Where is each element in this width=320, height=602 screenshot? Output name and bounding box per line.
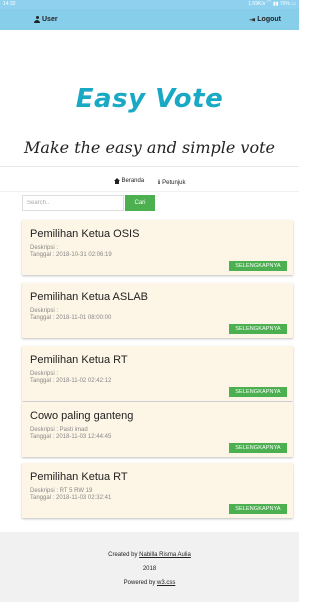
poll-description: Deskripsi : Pasti imad [30, 427, 88, 433]
poll-title: Pemilihan Ketua ASLAB [30, 291, 149, 303]
poll-description: Deskripsi : [30, 245, 59, 251]
footer-credit-prefix: Created by [108, 552, 140, 558]
poll-description: Deskripsi : [30, 308, 59, 314]
poll-card: Pemilihan Ketua ASLAB Deskripsi : Tangga… [22, 283, 293, 338]
main-nav: Beranda ℹ Petunjuk [0, 178, 299, 186]
home-icon [113, 178, 120, 184]
logout-button[interactable]: ⇥ Logout [249, 13, 281, 26]
search-button[interactable]: Cari [125, 195, 155, 211]
nav-divider-top [0, 166, 299, 167]
poll-meta: Deskripsi : Tanggal : 2018-11-01 08:00:0… [30, 308, 111, 322]
poll-card: Pemilihan Ketua OSIS Deskripsi : Tanggal… [22, 220, 293, 275]
info-icon: ℹ [157, 180, 161, 186]
view-more-button[interactable]: SELENGKAPNYA [229, 443, 287, 453]
poll-title: Pemilihan Ketua OSIS [30, 228, 140, 240]
poll-date: Tanggal : 2018-11-03 12:44:45 [30, 434, 112, 440]
search-input[interactable] [22, 195, 124, 211]
nav-divider-bottom [0, 191, 299, 192]
poll-meta: Deskripsi : Tanggal : 2018-11-02 02:42:1… [30, 371, 111, 385]
poll-date: Tanggal : 2018-11-01 08:00:00 [30, 315, 112, 321]
user-menu[interactable]: User [34, 13, 58, 26]
view-more-button[interactable]: SELENGKAPNYA [229, 261, 287, 271]
view-more-button[interactable]: SELENGKAPNYA [229, 387, 287, 397]
poll-meta: Deskripsi : Tanggal : 2018-10-31 02:06:1… [30, 245, 112, 259]
user-icon [34, 16, 40, 23]
poll-date: Tanggal : 2018-11-02 02:42:12 [30, 378, 112, 384]
nav-home-label: Beranda [121, 178, 145, 184]
top-navbar: User ⇥ Logout [0, 9, 299, 30]
user-label: User [42, 16, 58, 23]
footer-powered-prefix: Powered by [123, 580, 157, 586]
poll-card: Cowo paling ganteng Deskripsi : Pasti im… [22, 402, 293, 457]
tagline: Make the easy and simple vote [24, 138, 275, 157]
page-footer: Created by Nabilla Risma Aulia 2018 Powe… [0, 532, 299, 602]
footer-powered: Powered by w3.css [0, 580, 299, 586]
status-time: 14:32 [3, 1, 16, 7]
poll-date: Tanggal : 2018-10-31 02:06:19 [30, 252, 112, 258]
logout-label: Logout [257, 16, 281, 23]
nav-help-label: Petunjuk [162, 179, 186, 186]
poll-card: Pemilihan Ketua RT Deskripsi : RT 5 RW 1… [22, 463, 293, 518]
poll-card: Pemilihan Ketua RT Deskripsi : Tanggal :… [22, 346, 293, 401]
status-indicators: 1.69K/s ⌒ ▮▮ 70% ▭ [248, 1, 296, 7]
author-link[interactable]: Nabilla Risma Aulia [139, 552, 191, 558]
poll-description: Deskripsi : [30, 371, 59, 377]
footer-year: 2018 [142, 566, 157, 572]
view-more-button[interactable]: SELENGKAPNYA [229, 504, 287, 514]
poll-title: Pemilihan Ketua RT [30, 471, 128, 483]
nav-help-link[interactable]: ℹ Petunjuk [157, 179, 186, 187]
poll-title: Cowo paling ganteng [30, 410, 134, 422]
poll-date: Tanggal : 2018-11-03 02:32:41 [30, 495, 112, 501]
status-bar: 14:32 1.69K/s ⌒ ▮▮ 70% ▭ [0, 0, 299, 9]
poll-meta: Deskripsi : Pasti imad Tanggal : 2018-11… [30, 427, 111, 441]
poll-meta: Deskripsi : RT 5 RW 19 Tanggal : 2018-11… [30, 488, 111, 502]
nav-home-link[interactable]: Beranda [113, 178, 145, 184]
w3css-link[interactable]: w3.css [157, 580, 175, 586]
view-more-button[interactable]: SELENGKAPNYA [229, 324, 287, 334]
logout-icon: ⇥ [249, 16, 256, 24]
app-logo: Easy Vote [75, 84, 224, 114]
poll-description: Deskripsi : RT 5 RW 19 [30, 488, 93, 494]
footer-credit: Created by Nabilla Risma Aulia [0, 552, 299, 558]
poll-title: Pemilihan Ketua RT [30, 354, 128, 366]
